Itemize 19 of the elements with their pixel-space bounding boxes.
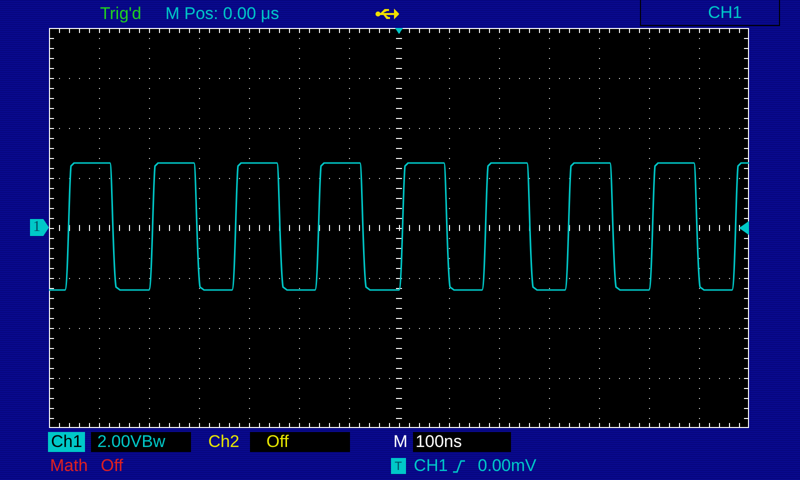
timebase-label: M bbox=[392, 432, 409, 452]
trigger-source: CH1 bbox=[412, 456, 449, 476]
channel-label: Ch1 bbox=[48, 432, 86, 452]
trigger-position-icon bbox=[395, 28, 403, 34]
channel-marker: 1 bbox=[30, 219, 49, 236]
trigger-level-icon bbox=[739, 221, 749, 235]
trigger-status: Trig'd bbox=[100, 4, 142, 24]
math-label: Math bbox=[49, 456, 89, 476]
channel-setting: 2.00VBw bbox=[91, 432, 192, 452]
usb-icon bbox=[375, 8, 400, 20]
math-setting: Off bbox=[100, 456, 124, 476]
trigger-badge: T bbox=[390, 458, 406, 474]
rising-edge-icon bbox=[452, 459, 466, 473]
trigger-threshold: 0.00mV bbox=[476, 456, 538, 476]
menu-title: CH1 bbox=[640, 0, 780, 26]
position-readout: M Pos: 0.00 μs bbox=[165, 4, 280, 24]
channel-setting: Off bbox=[250, 432, 350, 452]
channel-label: Ch2 bbox=[207, 432, 240, 452]
timebase-setting: 100ns bbox=[412, 432, 511, 452]
